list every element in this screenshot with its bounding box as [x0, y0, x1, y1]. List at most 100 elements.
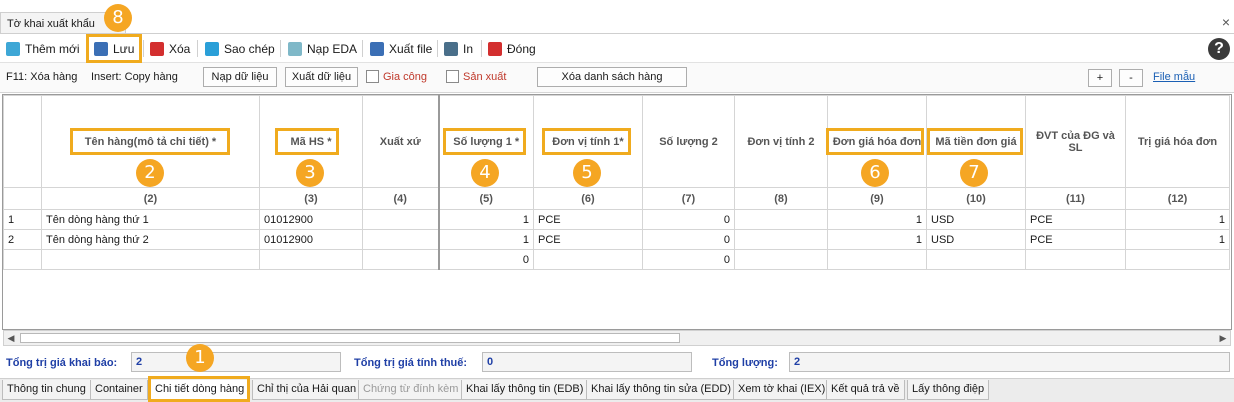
table-cell[interactable]: 0: [642, 209, 735, 230]
table-cell[interactable]: [259, 249, 363, 270]
load-eda-button[interactable]: Nạp EDA: [288, 40, 357, 58]
table-cell[interactable]: 1: [437, 229, 534, 250]
table-cell[interactable]: [1125, 249, 1230, 270]
scroll-right-icon[interactable]: ▶: [1217, 333, 1229, 343]
table-cell[interactable]: [827, 249, 927, 270]
table-cell[interactable]: USD: [926, 229, 1026, 250]
table-cell[interactable]: 01012900: [259, 229, 363, 250]
remove-row-button[interactable]: -: [1119, 69, 1143, 87]
highlight-ma-tien: [927, 128, 1023, 155]
hint-insert: Insert: Copy hàng: [91, 71, 178, 83]
close-icon[interactable]: ×: [1222, 14, 1230, 30]
load-data-button[interactable]: Nạp dữ liệu: [203, 67, 277, 87]
file-mau-link[interactable]: File mẫu: [1153, 71, 1195, 83]
column-number: (7): [642, 187, 735, 210]
tab-customs-instructions[interactable]: Chỉ thị của Hải quan: [252, 380, 362, 400]
add-button[interactable]: Thêm mới: [6, 40, 80, 58]
load-eda-label: Nạp EDA: [307, 42, 358, 56]
tab-edb[interactable]: Khai lấy thông tin (EDB): [461, 380, 589, 400]
export-file-button[interactable]: Xuất file: [370, 40, 432, 58]
table-cell[interactable]: Tên dòng hàng thứ 1: [41, 209, 260, 230]
tab-general[interactable]: Thông tin chung: [2, 380, 91, 400]
help-icon[interactable]: ?: [1208, 38, 1230, 60]
export-file-label: Xuất file: [389, 42, 433, 56]
table-cell[interactable]: [533, 249, 643, 270]
clear-list-button[interactable]: Xóa danh sách hàng: [537, 67, 687, 87]
add-label: Thêm mới: [25, 42, 80, 56]
table-cell[interactable]: [362, 209, 439, 230]
table-cell[interactable]: [362, 229, 439, 250]
tab-edd[interactable]: Khai lấy thông tin sửa (EDD): [586, 380, 737, 400]
callout-7: 7: [960, 159, 988, 187]
table-cell[interactable]: 1: [827, 209, 927, 230]
column-number: (10): [926, 187, 1026, 210]
table-cell[interactable]: 1: [1125, 209, 1230, 230]
table-cell[interactable]: PCE: [533, 229, 643, 250]
column-header[interactable]: Xuất xứ: [362, 95, 439, 188]
gia-cong-checkbox[interactable]: [366, 70, 379, 83]
row-index: 2: [3, 229, 42, 250]
table-cell[interactable]: USD: [926, 209, 1026, 230]
column-number: (6): [533, 187, 643, 210]
table-cell[interactable]: [734, 229, 828, 250]
table-cell[interactable]: [926, 249, 1026, 270]
export-file-icon: [370, 42, 384, 56]
horizontal-scrollbar[interactable]: ◀ ▶: [3, 330, 1231, 346]
table-cell[interactable]: PCE: [1025, 229, 1126, 250]
table-cell[interactable]: [41, 249, 260, 270]
column-header[interactable]: Đơn vị tính 2: [734, 95, 828, 188]
column-header[interactable]: [3, 95, 42, 188]
table-cell[interactable]: [362, 249, 439, 270]
table-row[interactable]: 2 Tên dòng hàng thứ 2 01012900 1 PCE 0 1 USD PCE…: [3, 229, 1230, 250]
close-label: Đóng: [507, 42, 536, 56]
printer-icon: [444, 42, 458, 56]
table-cell[interactable]: 0: [642, 229, 735, 250]
scrollbar-thumb[interactable]: [20, 333, 680, 343]
copy-button[interactable]: Sao chép: [205, 40, 275, 58]
table-cell[interactable]: 0: [437, 249, 534, 270]
table-row[interactable]: 00: [3, 249, 1230, 270]
total-quantity-value: 2: [789, 352, 1230, 372]
highlight-ma-hs: [275, 128, 339, 155]
column-number: [3, 187, 42, 210]
toolbar-separator: [197, 40, 198, 57]
add-row-button[interactable]: +: [1088, 69, 1112, 87]
table-cell[interactable]: 0: [642, 249, 735, 270]
delete-icon: [150, 42, 164, 56]
table-cell[interactable]: [734, 249, 828, 270]
tab-iex[interactable]: Xem tờ khai (IEX): [733, 380, 831, 400]
column-header[interactable]: ĐVT của ĐG và SL: [1025, 95, 1126, 188]
column-number: (9): [827, 187, 927, 210]
column-header[interactable]: Trị giá hóa đơn: [1125, 95, 1230, 188]
column-number: (3): [259, 187, 363, 210]
close-button[interactable]: Đóng: [488, 40, 536, 58]
san-xuat-checkbox[interactable]: [446, 70, 459, 83]
print-button[interactable]: In: [444, 40, 473, 58]
close-window-icon: [488, 42, 502, 56]
column-number-row: (2) (3) (4) (5) (6) (7) (8) (9) (10) (11) (12): [3, 187, 1230, 210]
tab-attachments: Chứng từ đính kèm: [358, 380, 464, 400]
table-cell[interactable]: PCE: [533, 209, 643, 230]
tab-container[interactable]: Container: [90, 380, 148, 400]
export-data-button[interactable]: Xuất dữ liệu: [285, 67, 358, 87]
table-cell[interactable]: 1: [437, 209, 534, 230]
scroll-left-icon[interactable]: ◀: [5, 333, 17, 343]
toolbar-separator: [362, 40, 363, 57]
delete-button[interactable]: Xóa: [150, 40, 190, 58]
table-cell[interactable]: PCE: [1025, 209, 1126, 230]
table-cell[interactable]: [734, 209, 828, 230]
table-cell[interactable]: 1: [827, 229, 927, 250]
toolbar: Thêm mới Lưu Xóa Sao chép Nạp EDA Xuất f…: [0, 34, 1234, 63]
tab-messages[interactable]: Lấy thông điệp: [907, 380, 990, 400]
table-cell[interactable]: 1: [1125, 229, 1230, 250]
tab-results[interactable]: Kết quả trả về: [826, 380, 905, 400]
table-row[interactable]: 1 Tên dòng hàng thứ 1 01012900 1 PCE 0 1 USD PCE…: [3, 209, 1230, 230]
hint-f11: F11: Xóa hàng: [6, 71, 78, 83]
table-cell[interactable]: [1025, 249, 1126, 270]
delete-label: Xóa: [169, 42, 191, 56]
toolbar-separator: [280, 40, 281, 57]
table-cell[interactable]: Tên dòng hàng thứ 2: [41, 229, 260, 250]
column-header[interactable]: Số lượng 2: [642, 95, 735, 188]
callout-2: 2: [136, 159, 164, 187]
table-cell[interactable]: 01012900: [259, 209, 363, 230]
